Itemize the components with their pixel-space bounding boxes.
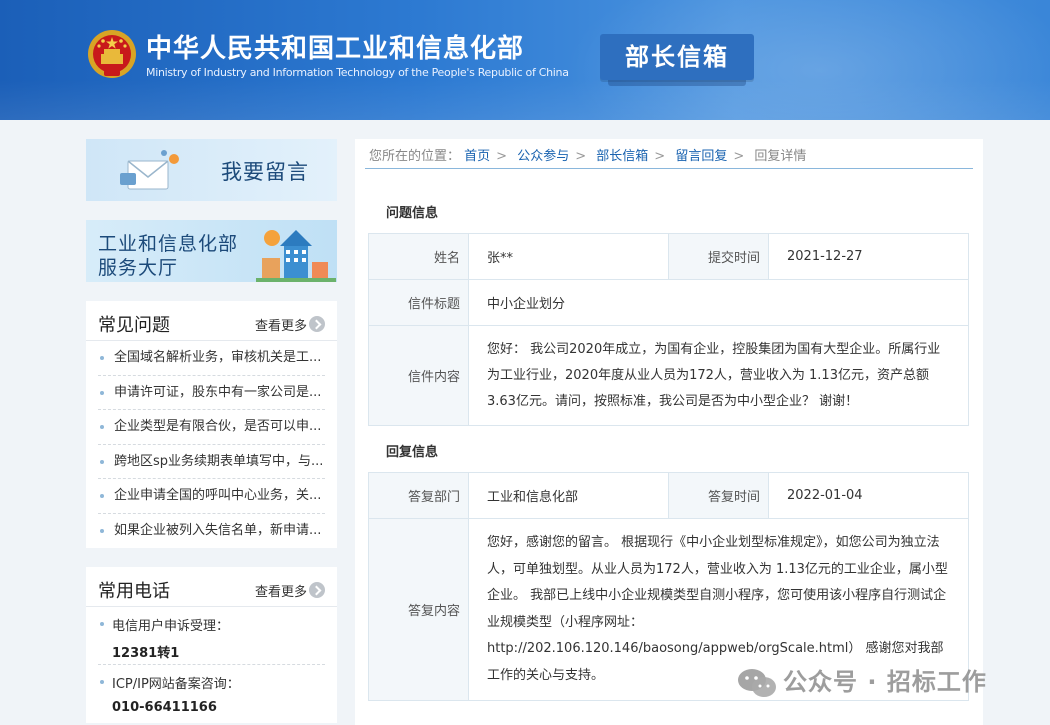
reply-time-label: 答复时间	[668, 472, 769, 519]
envelope-icon	[120, 150, 179, 190]
service-hall-line2: 服务大厅	[98, 257, 179, 279]
breadcrumb-current: 回复详情	[754, 149, 807, 164]
phones-panel: 常用电话 查看更多 电信用户申诉受理： 12381转1 ICP/IP网站备案咨询…	[86, 567, 337, 723]
breadcrumb-public[interactable]: 公众参与	[517, 149, 569, 164]
reply-section-title: 回复信息	[386, 445, 439, 460]
faq-item[interactable]: 全国域名解析业务，审核机关是工...	[98, 341, 325, 376]
breadcrumb-separator: >	[654, 149, 666, 164]
breadcrumb-separator: >	[733, 149, 745, 164]
faq-item[interactable]: 企业申请全国的呼叫中心业务，关...	[98, 479, 325, 514]
faq-panel: 常见问题 查看更多 全国域名解析业务，审核机关是工... 申请许可证，股东中有一…	[86, 301, 337, 548]
breadcrumb: 您所在的位置： 首页 > 公众参与 > 部长信箱 > 留言回复 > 回复详情	[369, 145, 806, 164]
watermark: 公众号 · 招标工作	[737, 662, 987, 700]
sidebar: 我要留言 工业和信息化部 服务大厅 常见问题 查看更多 全国域名解析业务，审核机…	[86, 139, 337, 723]
faq-item[interactable]: 如果企业被列入失信名单，新申请...	[98, 514, 325, 549]
faq-item[interactable]: 跨地区sp业务续期表单填写中，与...	[98, 445, 325, 479]
reply-time-value: 2022-01-04	[768, 472, 969, 519]
submit-time-label: 提交时间	[668, 233, 769, 280]
phone-label: 电信用户申诉受理：	[112, 619, 230, 634]
content-value: 您好： 我公司2020年成立，为国有企业，控股集团为国有大型企业。所属行业为工业…	[468, 325, 969, 426]
watermark-text: 公众号 · 招标工作	[783, 668, 987, 696]
breadcrumb-home[interactable]: 首页	[464, 149, 490, 164]
breadcrumb-prefix: 您所在的位置：	[369, 149, 461, 164]
question-table: 姓名 张** 提交时间 2021-12-27 信件标题 中小企业划分 信件内容 …	[368, 233, 969, 426]
reply-content-label: 答复内容	[368, 518, 469, 701]
reply-dept-label: 答复部门	[368, 472, 469, 519]
faq-more-link[interactable]: 查看更多	[255, 315, 307, 334]
service-hall-line1: 工业和信息化部	[98, 233, 239, 255]
chevron-right-icon[interactable]	[309, 316, 325, 332]
phone-item: ICP/IP网站备案咨询： 010-66411166	[98, 665, 325, 723]
building-icon	[256, 230, 336, 282]
faq-title: 常见问题	[98, 315, 170, 336]
subject-label: 信件标题	[368, 279, 469, 326]
phone-item: 电信用户申诉受理： 12381转1	[98, 607, 325, 665]
breadcrumb-replies[interactable]: 留言回复	[675, 149, 727, 164]
national-emblem-icon	[88, 30, 136, 78]
phone-number: 12381转1	[112, 646, 180, 661]
minister-mailbox-tab[interactable]: 部长信箱	[600, 34, 754, 86]
chevron-right-icon[interactable]	[309, 582, 325, 598]
question-section-title: 问题信息	[386, 206, 439, 221]
service-hall-banner[interactable]: 工业和信息化部 服务大厅	[86, 220, 337, 282]
faq-item[interactable]: 申请许可证，股东中有一家公司是...	[98, 376, 325, 410]
leave-message-banner[interactable]: 我要留言	[86, 139, 337, 201]
faq-item[interactable]: 企业类型是有限合伙，是否可以申...	[98, 410, 325, 445]
phones-panel-header: 常用电话 查看更多	[86, 567, 337, 607]
submit-time-value: 2021-12-27	[768, 233, 969, 280]
breadcrumb-divider	[365, 168, 973, 169]
reply-dept-value: 工业和信息化部	[468, 472, 669, 519]
leave-message-label: 我要留言	[221, 160, 309, 184]
phone-label: ICP/IP网站备案咨询：	[112, 677, 240, 692]
breadcrumb-separator: >	[575, 149, 587, 164]
ministry-name-cn: 中华人民共和国工业和信息化部	[146, 34, 525, 64]
phones-title: 常用电话	[98, 581, 170, 602]
site-header: 中华人民共和国工业和信息化部 Ministry of Industry and …	[0, 0, 1050, 120]
name-label: 姓名	[368, 233, 469, 280]
breadcrumb-separator: >	[496, 149, 508, 164]
subject-value: 中小企业划分	[468, 279, 969, 326]
name-value: 张**	[468, 233, 669, 280]
faq-panel-header: 常见问题 查看更多	[86, 301, 337, 341]
faq-list: 全国域名解析业务，审核机关是工... 申请许可证，股东中有一家公司是... 企业…	[86, 341, 337, 548]
phone-number: 010-66411166	[112, 700, 217, 715]
content-label: 信件内容	[368, 325, 469, 426]
phones-more-link[interactable]: 查看更多	[255, 581, 307, 600]
wechat-icon	[738, 669, 776, 697]
main-content: 您所在的位置： 首页 > 公众参与 > 部长信箱 > 留言回复 > 回复详情 问题信息 …	[355, 139, 983, 725]
ministry-name-en: Ministry of Industry and Information Tec…	[146, 66, 569, 79]
phone-list: 电信用户申诉受理： 12381转1 ICP/IP网站备案咨询： 010-6641…	[86, 607, 337, 723]
breadcrumb-mailbox[interactable]: 部长信箱	[596, 149, 648, 164]
